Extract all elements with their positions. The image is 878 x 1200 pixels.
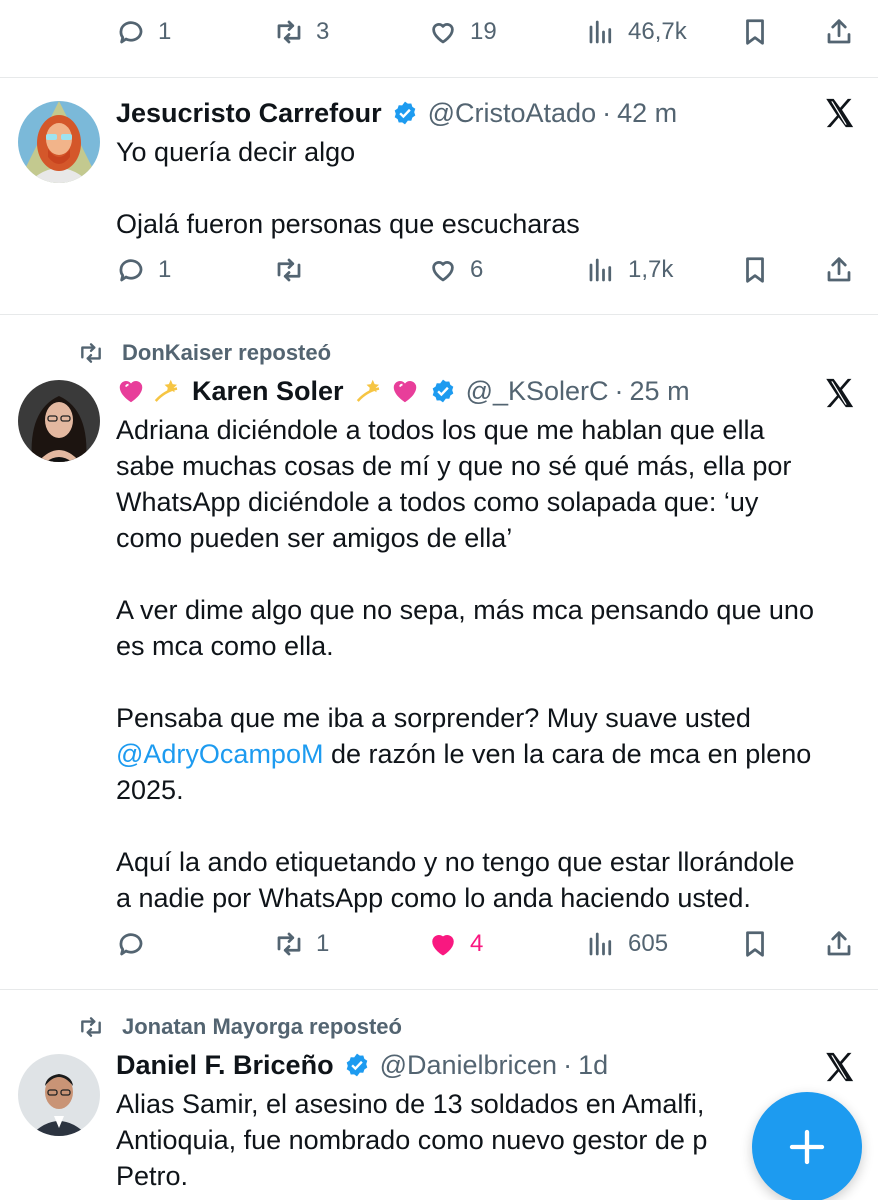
action-bar-top: 1 3 19 46,7k — [116, 10, 858, 54]
timestamp[interactable]: 1d — [578, 1048, 608, 1082]
like-count: 4 — [470, 930, 484, 957]
views-button[interactable]: 1,7k — [586, 248, 673, 292]
author-handle[interactable]: @Danielbricen — [380, 1048, 558, 1082]
reply-button[interactable]: 1 — [116, 248, 171, 292]
repost-button[interactable]: 3 — [274, 10, 329, 54]
reply-icon — [119, 933, 143, 956]
tweet-header: Jesucristo Carrefour @CristoAtado · 42 m — [116, 96, 808, 130]
pink-heart-icon — [119, 381, 143, 403]
repost-label[interactable]: DonKaiser reposteó — [122, 340, 331, 366]
repost-button[interactable]: 1 — [274, 922, 329, 966]
share-icon — [827, 257, 851, 282]
reply-icon — [119, 21, 143, 44]
compose-button[interactable] — [752, 1092, 862, 1200]
views-button[interactable]: 46,7k — [586, 10, 687, 54]
views-count: 1,7k — [628, 256, 674, 283]
pink-heart-icon — [393, 381, 416, 403]
author-name[interactable]: Karen Soler — [192, 374, 344, 408]
like-count: 6 — [470, 256, 484, 283]
share-button[interactable] — [824, 10, 854, 54]
action-bar: 1 4 605 — [116, 922, 858, 966]
reply-button[interactable] — [116, 922, 158, 966]
x-logo-icon — [826, 1052, 854, 1082]
reply-count: 1 — [158, 256, 172, 283]
repost-icon — [277, 20, 301, 44]
x-logo-icon — [826, 98, 854, 128]
share-button[interactable] — [824, 248, 854, 292]
repost-icon — [277, 932, 301, 956]
repost-indicator: DonKaiser reposteó — [78, 340, 331, 366]
like-button[interactable]: 19 — [428, 10, 497, 54]
action-bar: 1 6 1,7k — [116, 248, 858, 292]
timestamp[interactable]: 25 m — [630, 374, 690, 408]
bookmark-icon — [746, 931, 764, 957]
repost-label[interactable]: Jonatan Mayorga reposteó — [122, 1014, 402, 1040]
bookmark-button[interactable] — [740, 922, 770, 966]
share-icon — [827, 19, 851, 44]
tweet-header: Karen Soler @_KSolerC · 25 m — [116, 374, 808, 408]
separator-dot: · — [563, 1050, 573, 1080]
avatar[interactable] — [18, 101, 100, 183]
like-count: 19 — [470, 18, 497, 45]
views-icon — [589, 20, 612, 44]
verified-badge-icon — [346, 1053, 367, 1077]
compose-plus-icon — [789, 1129, 825, 1165]
tweet-text: Yo quería decir algo Ojalá fueron person… — [116, 137, 580, 239]
repost-icon — [81, 1017, 101, 1037]
dizzy-star-icon — [356, 379, 379, 402]
separator-dot: · — [614, 376, 624, 406]
tweet-text: Alias Samir, el asesino de 13 soldados e… — [116, 1089, 708, 1191]
like-button[interactable]: 4 — [428, 922, 483, 966]
author-name[interactable]: Daniel F. Briceño — [116, 1048, 334, 1082]
views-count: 605 — [628, 930, 669, 957]
author-handle[interactable]: @_KSolerC — [466, 374, 609, 408]
bookmark-button[interactable] — [740, 248, 770, 292]
dizzy-star-icon — [154, 379, 178, 402]
like-button[interactable]: 6 — [428, 248, 483, 292]
reply-button[interactable]: 1 — [116, 10, 171, 54]
bookmark-icon — [746, 19, 764, 45]
reply-icon — [119, 259, 143, 282]
like-icon — [432, 23, 454, 44]
repost-button[interactable] — [274, 248, 316, 292]
like-icon — [432, 261, 454, 282]
like-icon — [432, 935, 454, 956]
verified-badge-icon — [432, 379, 453, 403]
share-icon — [827, 931, 851, 956]
bookmark-button[interactable] — [740, 10, 770, 54]
views-button[interactable]: 605 — [586, 922, 668, 966]
views-icon — [589, 258, 612, 282]
avatar[interactable] — [18, 380, 100, 462]
author-handle[interactable]: @CristoAtado — [428, 96, 596, 130]
tweet-header: Daniel F. Briceño @Danielbricen · 1d — [116, 1048, 808, 1082]
repost-icon — [81, 343, 101, 363]
share-button[interactable] — [824, 922, 854, 966]
timestamp[interactable]: 42 m — [617, 96, 677, 130]
repost-count: 1 — [316, 930, 330, 957]
repost-count: 3 — [316, 18, 330, 45]
reply-count: 1 — [158, 18, 172, 45]
bookmark-icon — [746, 257, 764, 283]
views-icon — [589, 932, 612, 956]
divider — [0, 989, 878, 990]
tweet-text-part: Adriana diciéndole a todos los que me ha… — [116, 415, 814, 733]
divider — [0, 314, 878, 315]
tweet-text: Adriana diciéndole a todos los que me ha… — [116, 412, 850, 916]
avatar[interactable] — [18, 1054, 100, 1136]
mention-link[interactable]: @AdryOcampoM — [116, 739, 323, 769]
x-logo-icon — [826, 378, 854, 408]
separator-dot: · — [602, 98, 612, 128]
repost-icon — [277, 258, 301, 282]
views-count: 46,7k — [628, 18, 687, 45]
author-name[interactable]: Jesucristo Carrefour — [116, 96, 382, 130]
divider — [0, 77, 878, 78]
verified-badge-icon — [394, 101, 415, 125]
repost-indicator: Jonatan Mayorga reposteó — [78, 1014, 402, 1040]
